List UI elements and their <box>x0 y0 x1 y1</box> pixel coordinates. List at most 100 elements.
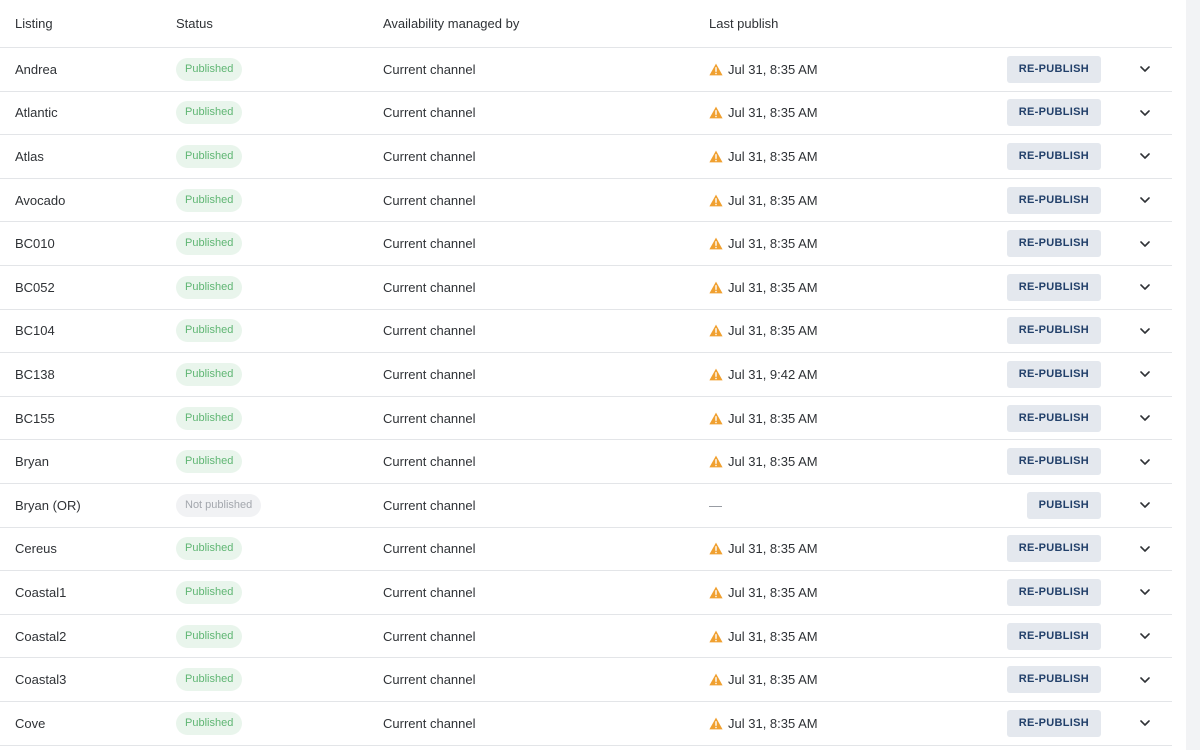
warning-icon <box>709 412 723 424</box>
expand-cell[interactable] <box>1135 353 1155 396</box>
action-cell: RE-PUBLISH <box>1006 440 1101 483</box>
status-cell: Published <box>176 179 243 222</box>
status-cell: Published <box>176 658 243 701</box>
publish-button[interactable]: RE-PUBLISH <box>1006 578 1101 606</box>
status-badge: Published <box>176 144 243 168</box>
last-publish-time: Jul 31, 8:35 AM <box>728 715 818 731</box>
status-cell: Published <box>176 353 243 396</box>
expand-cell[interactable] <box>1135 571 1155 614</box>
expand-cell[interactable] <box>1135 222 1155 265</box>
publish-button[interactable]: RE-PUBLISH <box>1006 448 1101 476</box>
last-publish-time: Jul 31, 8:35 AM <box>728 323 818 339</box>
expand-cell[interactable] <box>1135 658 1155 701</box>
publish-button[interactable]: RE-PUBLISH <box>1006 404 1101 432</box>
publish-button[interactable]: RE-PUBLISH <box>1006 622 1101 650</box>
expand-cell[interactable] <box>1135 528 1155 571</box>
chevron-down-icon[interactable] <box>1140 371 1150 378</box>
availability-cell: Current channel <box>383 105 476 121</box>
scrollbar-track[interactable] <box>1186 0 1200 750</box>
action-cell: RE-PUBLISH <box>1006 266 1101 309</box>
column-header-last-publish[interactable]: Last publish <box>709 0 778 47</box>
chevron-down-icon[interactable] <box>1140 676 1150 683</box>
publish-button[interactable]: RE-PUBLISH <box>1006 142 1101 170</box>
status-cell: Published <box>176 571 243 614</box>
availability-cell: Current channel <box>383 541 476 557</box>
warning-icon <box>709 237 723 250</box>
publish-button[interactable]: RE-PUBLISH <box>1006 317 1101 345</box>
chevron-down-icon[interactable] <box>1140 415 1150 421</box>
expand-cell[interactable] <box>1135 266 1155 309</box>
warning-icon <box>709 324 723 337</box>
status-badge: Published <box>176 406 243 430</box>
chevron-down-icon[interactable] <box>1140 502 1150 509</box>
action-cell: RE-PUBLISH <box>1006 179 1101 222</box>
availability-cell: Current channel <box>383 454 476 470</box>
chevron-down-icon[interactable] <box>1140 546 1150 552</box>
status-cell: Published <box>176 266 243 309</box>
publish-button[interactable]: RE-PUBLISH <box>1006 273 1101 301</box>
chevron-down-icon[interactable] <box>1140 240 1150 247</box>
publish-button[interactable]: RE-PUBLISH <box>1006 535 1101 563</box>
chevron-down-icon[interactable] <box>1140 197 1150 203</box>
action-cell: RE-PUBLISH <box>1006 658 1101 701</box>
status-cell: Published <box>176 310 243 353</box>
chevron-down-icon[interactable] <box>1140 633 1150 639</box>
status-cell: Published <box>176 528 243 571</box>
action-cell: RE-PUBLISH <box>1006 222 1101 265</box>
expand-cell[interactable] <box>1135 615 1155 658</box>
availability-cell: Current channel <box>383 584 476 600</box>
publish-button[interactable]: PUBLISH <box>1026 491 1101 519</box>
chevron-down-icon[interactable] <box>1140 284 1150 291</box>
expand-cell[interactable] <box>1135 310 1155 353</box>
listing-name: Cove <box>15 715 46 731</box>
publish-button[interactable]: RE-PUBLISH <box>1006 55 1101 83</box>
chevron-down-icon[interactable] <box>1140 328 1150 334</box>
warning-icon <box>709 194 723 206</box>
last-publish-cell: Jul 31, 8:35 AM <box>709 397 818 440</box>
listing-name: BC010 <box>15 236 55 252</box>
column-header-listing[interactable]: Listing <box>15 0 53 47</box>
column-header-status[interactable]: Status <box>176 0 213 47</box>
publish-button[interactable]: RE-PUBLISH <box>1006 666 1101 694</box>
table-row: Atlantic Published Current channel Jul 3… <box>0 92 1172 136</box>
chevron-down-icon[interactable] <box>1140 720 1150 727</box>
last-publish-time: Jul 31, 8:35 AM <box>728 584 818 600</box>
availability-cell: Current channel <box>383 279 476 295</box>
expand-cell[interactable] <box>1135 135 1155 178</box>
status-cell: Published <box>176 397 243 440</box>
table-row: BC138 Published Current channel Jul 31, … <box>0 353 1172 397</box>
expand-cell[interactable] <box>1135 48 1155 91</box>
chevron-down-icon[interactable] <box>1140 589 1150 596</box>
status-cell: Published <box>176 615 243 658</box>
last-publish-cell: Jul 31, 8:35 AM <box>709 702 818 745</box>
chevron-down-icon[interactable] <box>1140 458 1150 465</box>
column-header-availability[interactable]: Availability managed by <box>383 0 519 47</box>
chevron-down-icon[interactable] <box>1140 153 1150 160</box>
table-row: Cove Published Current channel Jul 31, 8… <box>0 702 1172 746</box>
status-badge: Published <box>176 362 243 386</box>
expand-cell[interactable] <box>1135 92 1155 135</box>
publish-button[interactable]: RE-PUBLISH <box>1006 230 1101 258</box>
action-cell: RE-PUBLISH <box>1006 571 1101 614</box>
table-row: BC104 Published Current channel Jul 31, … <box>0 310 1172 354</box>
last-publish-cell: Jul 31, 8:35 AM <box>709 92 818 135</box>
chevron-down-icon[interactable] <box>1140 110 1150 116</box>
status-badge: Published <box>176 275 243 299</box>
last-publish-time: Jul 31, 8:35 AM <box>728 236 818 252</box>
publish-button[interactable]: RE-PUBLISH <box>1006 99 1101 127</box>
listing-name: Bryan (OR) <box>15 497 81 513</box>
action-cell: RE-PUBLISH <box>1006 92 1101 135</box>
action-cell: RE-PUBLISH <box>1006 135 1101 178</box>
expand-cell[interactable] <box>1135 702 1155 745</box>
expand-cell[interactable] <box>1135 179 1155 222</box>
publish-button[interactable]: RE-PUBLISH <box>1006 186 1101 214</box>
expand-cell[interactable] <box>1135 484 1155 527</box>
status-cell: Published <box>176 440 243 483</box>
listing-name: Coastal3 <box>15 672 67 688</box>
expand-cell[interactable] <box>1135 440 1155 483</box>
chevron-down-icon[interactable] <box>1140 66 1150 73</box>
publish-button[interactable]: RE-PUBLISH <box>1006 360 1101 388</box>
last-publish-time: Jul 31, 8:35 AM <box>728 454 818 470</box>
expand-cell[interactable] <box>1135 397 1155 440</box>
publish-button[interactable]: RE-PUBLISH <box>1006 709 1101 737</box>
